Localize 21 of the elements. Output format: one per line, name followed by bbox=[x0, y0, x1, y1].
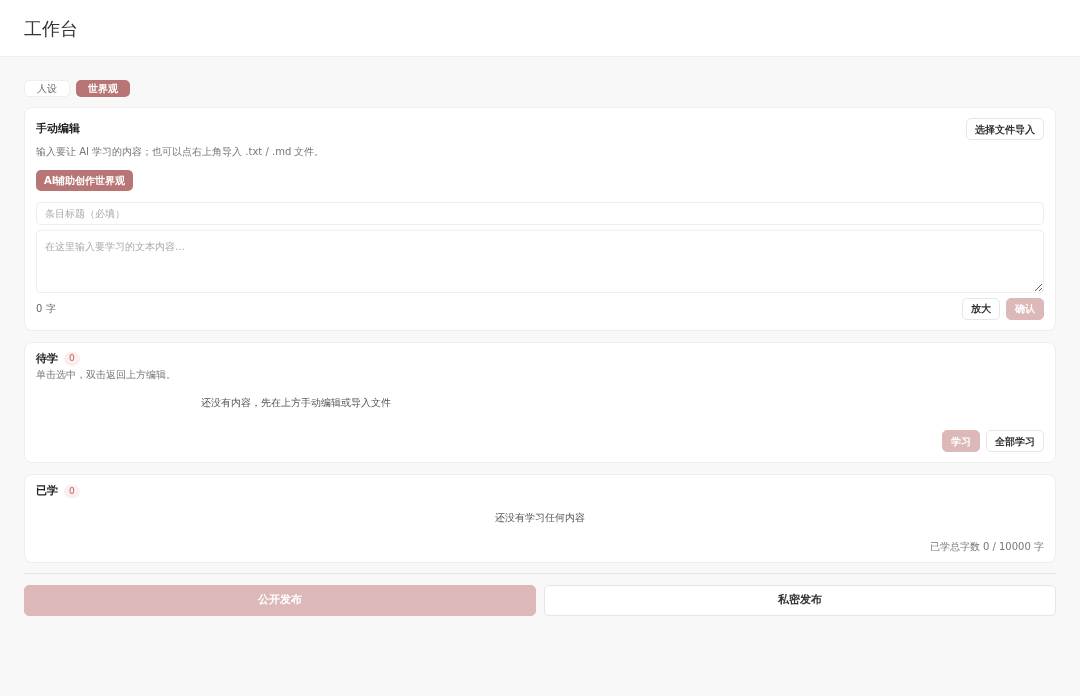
tab[interactable]: 人设 bbox=[24, 80, 70, 97]
empty-message: 还没有内容，先在上方手动编辑或导入文件 bbox=[201, 395, 391, 410]
empty-message: 还没有学习任何内容 bbox=[495, 510, 585, 525]
section-title: 手动编辑 bbox=[36, 121, 81, 137]
tab[interactable]: 世界观 bbox=[76, 80, 130, 97]
char-count: 0 字 bbox=[36, 302, 56, 316]
enlarge-button[interactable]: 放大 bbox=[962, 297, 1000, 320]
count-badge: 0 bbox=[64, 484, 80, 498]
count-badge: 0 bbox=[64, 352, 80, 366]
learn-all-button[interactable]: 全部学习 bbox=[986, 430, 1044, 452]
content-field[interactable]: 在这里输入要学习的文本内容… bbox=[36, 229, 1044, 293]
total-count: 已学总字数 0 / 10000 字 bbox=[929, 539, 1044, 554]
private-publish-button[interactable]: 私密发布 bbox=[544, 584, 1056, 616]
hint-text: 单击选中，双击返回上方编辑。 bbox=[36, 368, 177, 382]
ai-assist-button[interactable]: AI辅助创作世界观 bbox=[36, 169, 134, 191]
page-title: 工作台 bbox=[24, 16, 78, 41]
section-title: 待学 bbox=[36, 350, 58, 367]
section-title: 已学 bbox=[36, 483, 58, 499]
import-file-button[interactable]: 选择文件导入 bbox=[966, 118, 1044, 140]
hint-text: 输入要让 AI 学习的内容；也可以点右上角导入 .txt / .md 文件。 bbox=[36, 144, 325, 159]
title-field[interactable]: 条目标题（必填） bbox=[36, 201, 1044, 225]
